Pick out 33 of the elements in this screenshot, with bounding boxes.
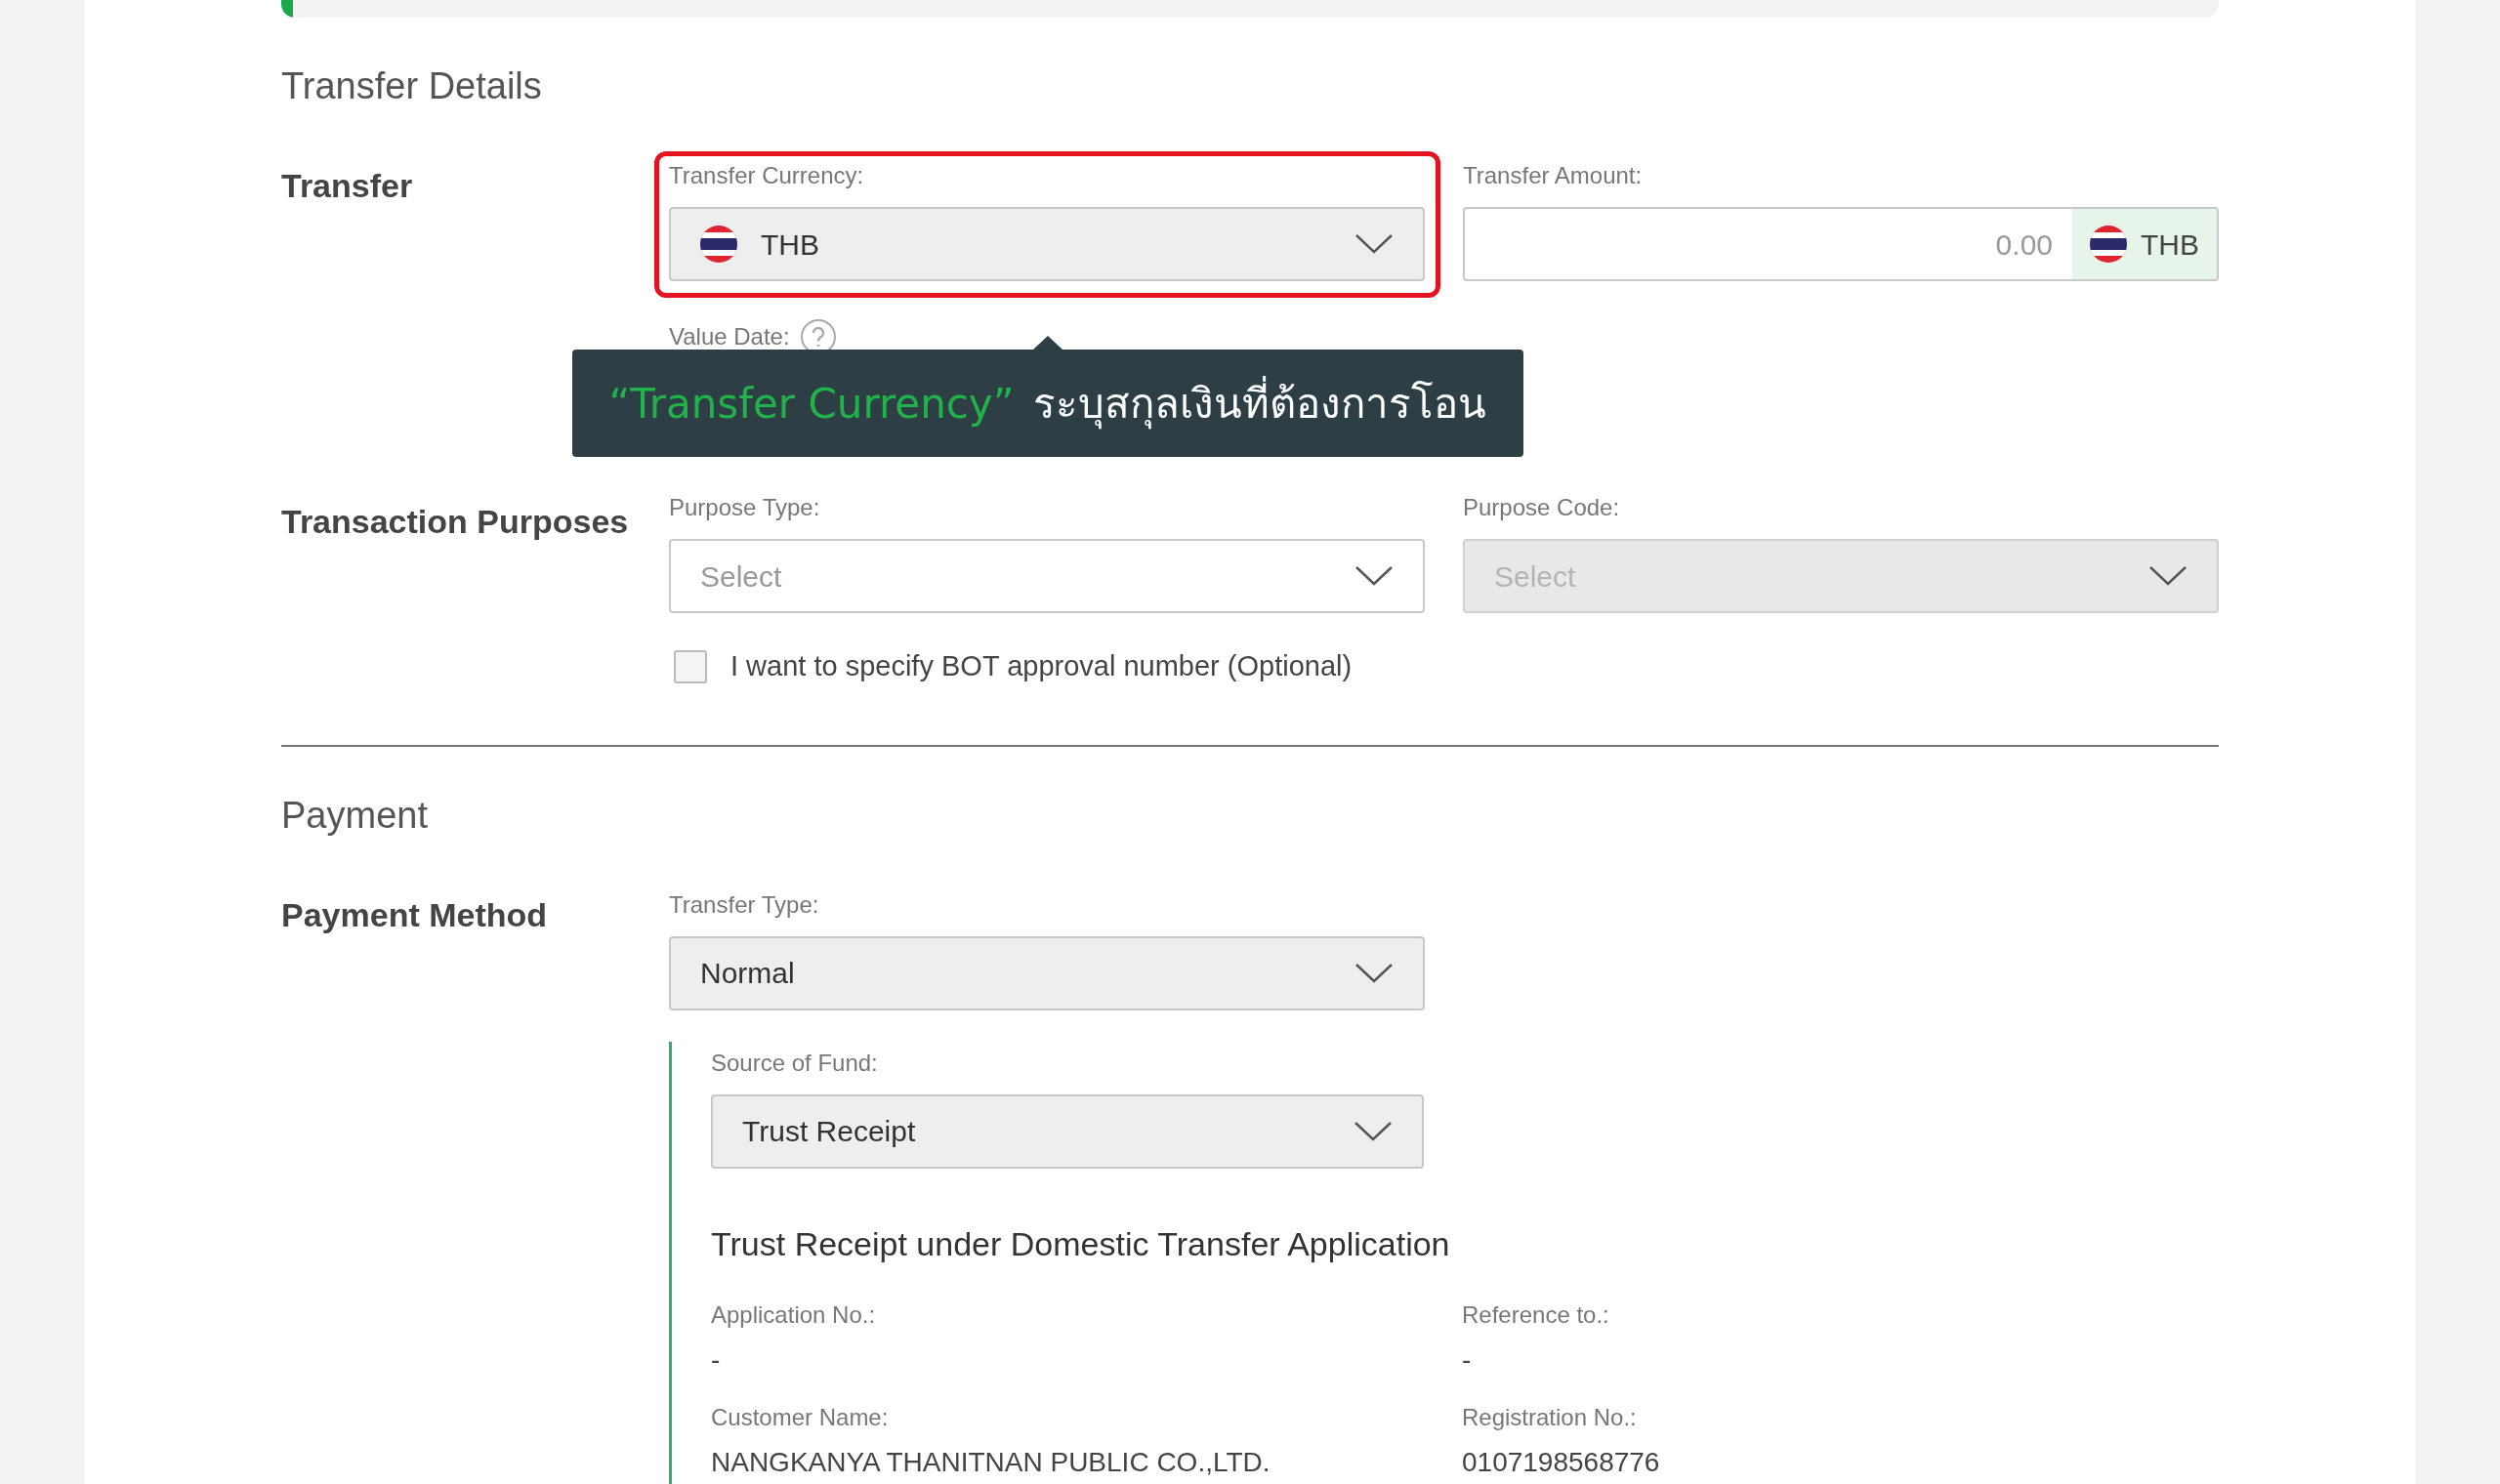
field-label: Customer Name: xyxy=(711,1403,890,1431)
field-label: Transfer Amount: xyxy=(1463,162,1644,189)
dropdown[interactable]: Normal xyxy=(669,935,1425,1010)
field-label: Application No.: xyxy=(711,1300,877,1329)
dropdown[interactable]: THB xyxy=(669,207,1425,281)
chevron-down-icon xyxy=(1354,565,1394,587)
field-label: Registration No.: xyxy=(1462,1403,1638,1431)
subsection-heading: Trust Receipt under Domestic Transfer Application xyxy=(711,1223,1451,1263)
field-value: - xyxy=(1462,1345,1473,1374)
chevron-down-icon xyxy=(1354,1120,1393,1142)
flag-icon xyxy=(700,226,737,263)
field-label: Purpose Code: xyxy=(1463,494,1621,521)
row-label: Transaction Purposes xyxy=(281,502,630,542)
field-label: Purpose Type: xyxy=(669,494,821,521)
checkbox-label: I want to specify BOT approval number (Optional) xyxy=(730,649,1353,683)
checkbox[interactable] xyxy=(674,649,707,683)
row-label: Payment Method xyxy=(281,894,549,935)
section-heading: Transfer Details xyxy=(281,64,543,107)
field-label: Reference to.: xyxy=(1462,1300,1610,1329)
chevron-down-icon xyxy=(1354,233,1394,255)
field-label: Transfer Currency: xyxy=(669,162,865,189)
row-label: Transfer xyxy=(281,166,414,206)
field-label: Transfer Type: xyxy=(669,890,820,919)
section-heading: Payment xyxy=(281,793,429,837)
tooltip-text: “Transfer Currency” ระบุสกุลเงินที่ต้องการโอน xyxy=(608,372,1487,434)
field-label: Value Date: xyxy=(669,323,790,350)
dropdown[interactable]: Trust Receipt xyxy=(711,1093,1424,1169)
field-value: NANGKANYA THANITNAN PUBLIC CO.,LTD. xyxy=(711,1448,1271,1476)
field-label: Source of Fund: xyxy=(711,1049,879,1077)
chevron-down-icon xyxy=(2148,565,2188,587)
chevron-down-icon xyxy=(1354,962,1394,984)
field-value: - xyxy=(711,1345,722,1374)
field-value: 0107198568776 xyxy=(1462,1448,1661,1476)
